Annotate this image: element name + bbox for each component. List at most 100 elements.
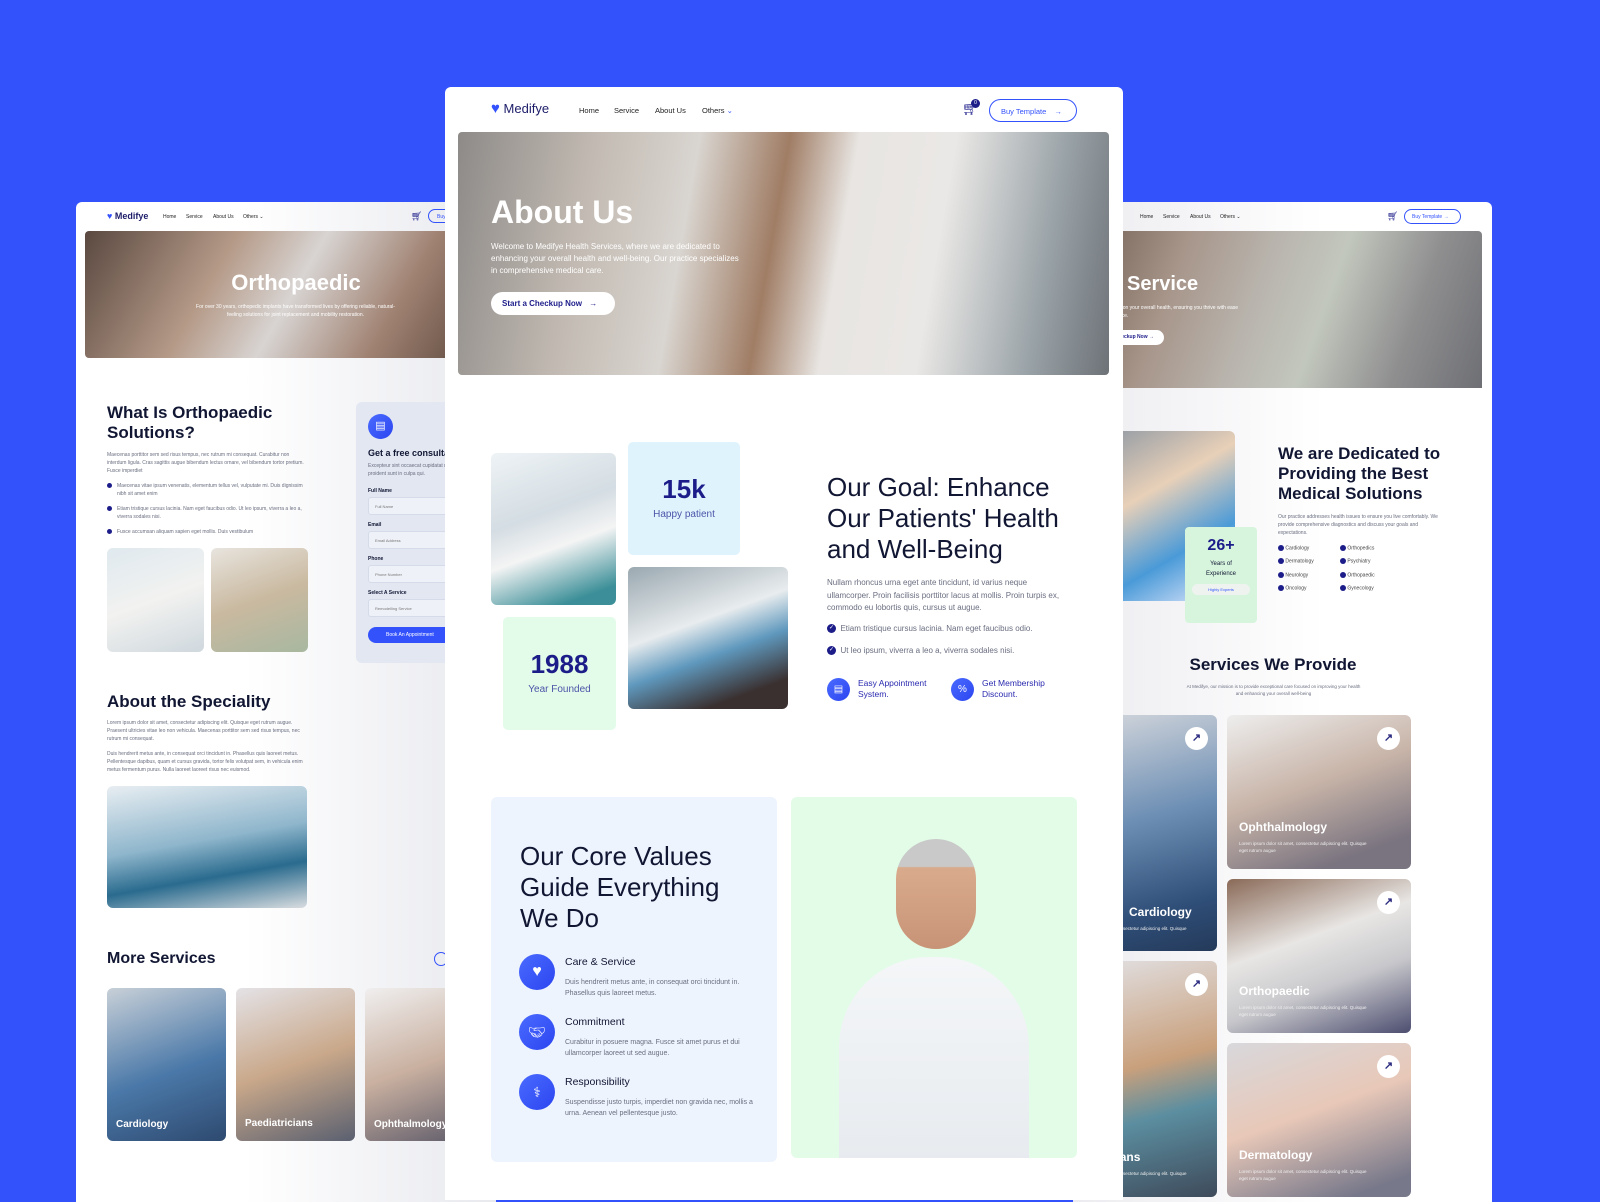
clipboard-icon: ▤ — [368, 414, 393, 439]
dedicated-text: Our practice addresses health issues to … — [1278, 514, 1438, 536]
card-title: Dermatology — [1239, 1148, 1313, 1162]
arrow-up-right-icon[interactable]: ↗ — [1377, 1055, 1400, 1078]
handshake-icon: 🤝︎ — [519, 1014, 555, 1050]
check-icon — [1278, 584, 1284, 591]
arrow-up-right-icon[interactable]: ↗ — [1185, 973, 1208, 996]
orthopaedic-page: ♥ Medifye Home Service About Us Others ⌄… — [76, 202, 496, 1202]
more-services-title: More Services — [107, 950, 216, 967]
hero-image-orthopaedic: Orthopaedic For over 30 years, orthopedi… — [85, 231, 455, 358]
about-us-page: ♥ Medifye Home Service About Us Others ⌄… — [445, 87, 1123, 1200]
doctor-icon: ⚕ — [519, 1074, 555, 1110]
check-icon — [1340, 584, 1346, 591]
arrow-up-right-icon[interactable]: ↗ — [1377, 727, 1400, 750]
card-label: Paediatricians — [245, 1118, 313, 1129]
hero-title: Service — [1127, 273, 1199, 295]
nav-others[interactable]: Others ⌄ — [243, 214, 264, 220]
what-bullets: Maecenas vitae ipsum venenatis, elementu… — [107, 482, 307, 536]
list-item-label: Oncology — [1285, 585, 1307, 592]
value-title: Commitment — [565, 1016, 625, 1028]
heart-logo-icon: ♥ — [491, 100, 500, 117]
list-item: Gynecology — [1340, 584, 1402, 591]
bullet-item: Etiam tristique cursus lacinia. Nam eget… — [107, 505, 307, 521]
arrow-up-right-icon[interactable]: ↗ — [1377, 891, 1400, 914]
nav-about[interactable]: About Us — [1190, 214, 1211, 220]
buy-template-button[interactable]: Buy Template → — [1404, 209, 1461, 224]
nav-service[interactable]: Service — [186, 214, 203, 220]
nav-home[interactable]: Home — [163, 214, 176, 220]
nav-about[interactable]: About Us — [655, 106, 686, 115]
list-item: Neurology — [1278, 571, 1340, 578]
what-text: Maecenas porttitor sem sed risus tempus,… — [107, 452, 304, 474]
check-icon — [1340, 558, 1346, 565]
hero-text: For over 30 years, orthopedic implants h… — [196, 304, 395, 318]
brand-name: Medifye — [114, 211, 149, 221]
dedicated-title: We are Dedicated to Providing the Best M… — [1278, 444, 1441, 503]
cart-icon[interactable]: 🛒︎ — [411, 211, 422, 222]
value-title: Care & Service — [565, 956, 636, 968]
logo[interactable]: ♥ Medifye — [107, 211, 148, 221]
list-item: Psychiatry — [1340, 558, 1402, 565]
list-item: Oncology — [1278, 584, 1340, 592]
bullet-text: Fusce accumsan aliquam sapien eget molli… — [117, 529, 254, 535]
stat-badge: Highly Experts — [1192, 584, 1250, 595]
core-values-card: Our Core Values Guide Everything We Do ♥… — [491, 797, 777, 1162]
card-title: Orthopaedic — [1239, 984, 1310, 998]
nav-others[interactable]: Others ⌄ — [1220, 214, 1241, 220]
service-card-orthopaedic[interactable]: ↗ Orthopaedic Lorem ipsum dolor sit amet… — [1227, 879, 1411, 1033]
hero-image-service: Service care focuses on your overall hea… — [1073, 231, 1482, 388]
list-item: Orthopaedic — [1340, 571, 1402, 578]
nav-service[interactable]: Service — [614, 106, 639, 115]
services-text: At Medifye, our mission is to provide ex… — [1186, 684, 1361, 696]
card-text: Lorem ipsum dolor sit amet, consectetur … — [1239, 1005, 1367, 1017]
nav-others[interactable]: Others ⌄ — [702, 106, 733, 115]
bullet-text: Etiam tristique cursus lacinia. Nam eget… — [117, 506, 302, 520]
what-title: What Is Orthopaedic Solutions? — [107, 403, 273, 442]
goal-title: Our Goal: Enhance Our Patients' Health a… — [827, 472, 1059, 564]
values-title: Our Core Values Guide Everything We Do — [520, 841, 720, 933]
hero-title: About Us — [491, 194, 634, 230]
nav-service[interactable]: Service — [1163, 214, 1180, 220]
service-card-cardiology[interactable]: Cardiology — [107, 988, 226, 1141]
doctor-spine-photo — [107, 548, 204, 652]
doctor-face — [896, 839, 976, 949]
value-text: Suspendisse justo turpis, imperdiet non … — [565, 1099, 753, 1117]
bullet-item: Maecenas vitae ipsum venenatis, elementu… — [107, 482, 307, 498]
hero-title: Orthopaedic — [231, 270, 361, 295]
card-title: Cardiology — [1129, 905, 1192, 919]
list-item-label: Dermatology — [1285, 558, 1314, 565]
service-page: Home Service About Us Others ⌄ 🛒︎ Buy Te… — [1073, 202, 1492, 1202]
about-paragraph-1: Lorem ipsum dolor sit amet, consectetur … — [107, 720, 300, 742]
list-item-label: Neurology — [1285, 571, 1309, 578]
list-item-label: Cardiology — [1285, 545, 1310, 552]
spine-model-photo — [211, 548, 308, 652]
nav-home[interactable]: Home — [1140, 214, 1153, 220]
check-icon — [107, 529, 112, 534]
cart-button[interactable]: 🛒︎ 0 — [962, 99, 980, 117]
list-item-label: Psychiatry — [1347, 558, 1371, 565]
heart-plus-icon: ♥ — [519, 954, 555, 990]
start-checkup-button[interactable]: Start a Checkup Now → — [491, 292, 615, 315]
brand-name: Medifye — [503, 101, 550, 116]
check-icon — [1340, 545, 1346, 551]
buy-label: Buy Template — [1412, 214, 1443, 220]
service-card-dermatology[interactable]: ↗ Dermatology Lorem ipsum dolor sit amet… — [1227, 1043, 1411, 1197]
logo[interactable]: ♥ Medifye — [491, 100, 549, 117]
arrow-up-right-icon[interactable]: ↗ — [1185, 727, 1208, 750]
card-label: Ophthalmology — [374, 1119, 448, 1130]
service-card-ophthalmology[interactable]: ↗ Ophthalmology Lorem ipsum dolor sit am… — [1227, 715, 1411, 869]
service-card-paediatricians[interactable]: Paediatricians — [236, 988, 355, 1141]
cart-icon[interactable]: 🛒︎ — [1387, 211, 1398, 222]
list-item: Dermatology — [1278, 558, 1340, 565]
about-title: About the Speciality — [107, 692, 271, 711]
check-icon — [1340, 571, 1346, 578]
heart-logo-icon: ♥ — [107, 211, 113, 221]
check-icon: ✓ — [827, 646, 836, 656]
nav-about[interactable]: About Us — [213, 214, 234, 220]
buy-template-button[interactable]: Buy Template → — [989, 99, 1077, 122]
stat-value: 1988 — [530, 649, 589, 679]
clipboard-icon: ▤ — [827, 678, 850, 701]
check-icon — [107, 506, 112, 511]
nav-home[interactable]: Home — [579, 106, 599, 115]
hero-text: Welcome to Medifye Health Services, wher… — [491, 242, 739, 275]
arrow-right-icon: → — [1054, 107, 1062, 116]
